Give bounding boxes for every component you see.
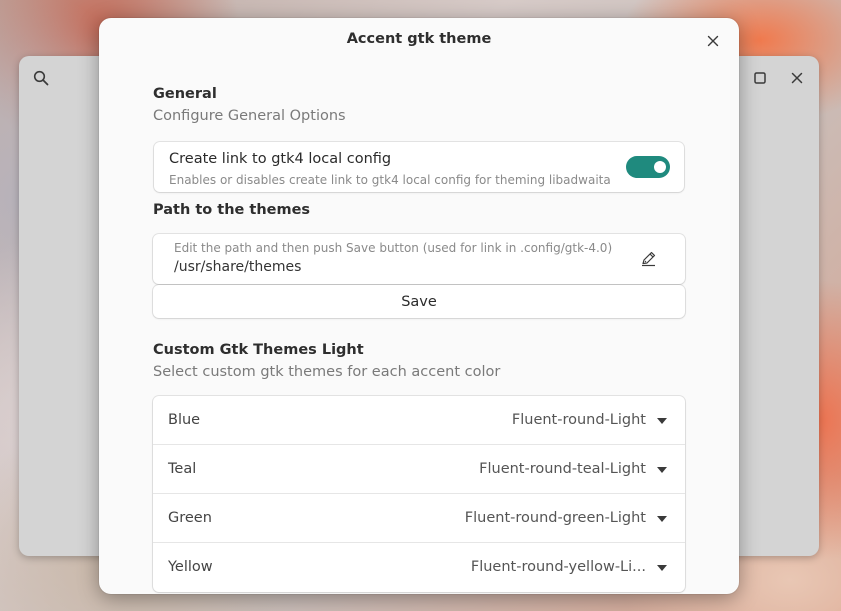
themes-path-hint: Edit the path and then push Save button … [174, 241, 613, 255]
custom-light-subtitle: Select custom gtk themes for each accent… [153, 364, 501, 380]
combo-row-blue[interactable]: Blue Fluent-round-Light [153, 396, 685, 445]
search-icon[interactable] [33, 70, 49, 86]
dialog-title: Accent gtk theme [346, 31, 492, 47]
dropdown-arrow-icon[interactable] [657, 565, 667, 571]
dialog-close-button[interactable] [701, 30, 725, 54]
accent-theme-list: Blue Fluent-round-Light Teal Fluent-roun… [153, 396, 685, 592]
dropdown-arrow-icon[interactable] [657, 418, 667, 424]
themes-path-title: Path to the themes [153, 202, 311, 218]
themes-path-value[interactable]: /usr/share/themes [174, 259, 301, 275]
combo-value[interactable]: Fluent-round-Light [512, 412, 646, 428]
gtk4-link-toggle[interactable] [626, 156, 670, 178]
gtk4-link-title: Create link to gtk4 local config [169, 151, 392, 167]
combo-label: Teal [168, 461, 197, 477]
maximize-icon[interactable] [752, 70, 768, 86]
gtk4-link-row: Create link to gtk4 local config Enables… [154, 142, 684, 192]
edit-icon[interactable] [640, 250, 657, 267]
combo-row-yellow[interactable]: Yellow Fluent-round-yellow-Li... [153, 543, 685, 592]
gtk4-link-subtitle: Enables or disables create link to gtk4 … [169, 173, 611, 187]
dropdown-arrow-icon[interactable] [657, 467, 667, 473]
close-icon [706, 33, 720, 52]
combo-value[interactable]: Fluent-round-teal-Light [479, 461, 646, 477]
general-title: General [153, 86, 217, 102]
combo-row-teal[interactable]: Teal Fluent-round-teal-Light [153, 445, 685, 494]
combo-value[interactable]: Fluent-round-green-Light [465, 510, 646, 526]
custom-light-title: Custom Gtk Themes Light [153, 342, 364, 358]
combo-label: Yellow [168, 559, 213, 575]
general-section-header: General Configure General Options [153, 86, 685, 124]
themes-path-header: Path to the themes [153, 202, 685, 218]
combo-row-green[interactable]: Green Fluent-round-green-Light [153, 494, 685, 543]
combo-value[interactable]: Fluent-round-yellow-Li... [471, 559, 646, 575]
general-subtitle: Configure General Options [153, 108, 346, 124]
themes-path-field[interactable]: Edit the path and then push Save button … [153, 234, 685, 284]
combo-label: Green [168, 510, 212, 526]
accent-theme-dialog: Accent gtk theme General Configure Gener… [99, 18, 739, 594]
combo-label: Blue [168, 412, 201, 428]
toggle-knob [654, 161, 666, 173]
save-button[interactable]: Save [153, 285, 685, 318]
custom-light-header: Custom Gtk Themes Light Select custom gt… [153, 342, 685, 380]
dropdown-arrow-icon[interactable] [657, 516, 667, 522]
close-icon[interactable] [789, 70, 805, 86]
